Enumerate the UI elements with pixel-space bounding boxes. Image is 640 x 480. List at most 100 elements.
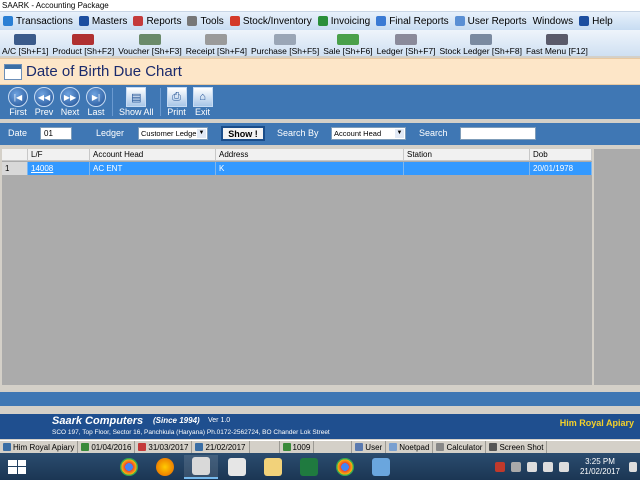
status-counter[interactable]: 1009 xyxy=(280,440,315,454)
chrome2-taskbar-button[interactable] xyxy=(328,455,362,479)
windows-start-button[interactable] xyxy=(4,456,30,478)
nav-separator xyxy=(159,88,161,116)
toolbar-voucher-button[interactable]: Voucher [Sh+F3] xyxy=(116,30,184,56)
menu-item-tools[interactable]: Tools xyxy=(184,12,226,30)
exit-button[interactable]: ⌂ Exit xyxy=(192,87,213,117)
invoicing-icon xyxy=(317,16,328,26)
firefox-taskbar-button[interactable] xyxy=(148,455,182,479)
firm-name: Him Royal Apiary xyxy=(559,418,634,428)
toolbar-sale-button[interactable]: Sale [Sh+F6] xyxy=(321,30,374,56)
book-icon: ▤ xyxy=(126,87,147,107)
status-firm[interactable]: Him Royal Apiary xyxy=(0,440,79,454)
ledger-icon xyxy=(395,34,418,45)
purchase-icon xyxy=(274,34,297,45)
address-cell: K xyxy=(216,162,404,175)
first-icon: |◀ xyxy=(8,87,28,107)
menu-item-reports[interactable]: Reports xyxy=(130,12,184,30)
volume-icon[interactable] xyxy=(542,461,553,472)
saark-app-icon xyxy=(192,456,210,475)
toolbar-purchase-button[interactable]: Purchase [Sh+F5] xyxy=(249,30,321,56)
search-by-select[interactable]: Account Head ▼ xyxy=(331,127,406,140)
lf-link[interactable]: 14008 xyxy=(28,162,90,175)
next-icon: ▶▶ xyxy=(60,87,80,107)
status-calculator[interactable]: Calculator xyxy=(433,440,487,454)
filter-bar: Date 01 Ledger Customer Ledge ▼ Show ! S… xyxy=(0,123,640,145)
status-user[interactable]: User xyxy=(352,440,387,454)
toolbar-ledger-button[interactable]: Ledger [Sh+F7] xyxy=(375,30,438,56)
app-status-bar: Him Royal Apiary 01/04/2016 31/03/2017 2… xyxy=(0,440,640,454)
first-label: First xyxy=(9,107,27,117)
chevron-up-icon[interactable] xyxy=(510,461,521,472)
row-number: 1 xyxy=(2,162,28,175)
next-button[interactable]: ▶▶ Next xyxy=(60,87,80,117)
network-icon[interactable] xyxy=(526,461,537,472)
row-number-header xyxy=(2,149,28,161)
status-notepad[interactable]: Noetpad xyxy=(386,440,434,454)
search-input[interactable] xyxy=(460,127,536,140)
status-screenshot[interactable]: Screen Shot xyxy=(486,440,548,454)
fast-menu-icon xyxy=(545,34,568,45)
chevron-down-icon: ▼ xyxy=(395,129,404,138)
toolbar-stock-ledger-button[interactable]: Stock Ledger [Sh+F8] xyxy=(437,30,523,56)
toolbar-product-button[interactable]: Product [Sh+F2] xyxy=(51,30,117,56)
toolbar-account-button[interactable]: A/C [Sh+F1] xyxy=(0,30,51,56)
toolbar-receipt-button[interactable]: Receipt [Sh+F4] xyxy=(184,30,249,56)
search-label: Search xyxy=(419,128,448,138)
menu-item-final-reports[interactable]: Final Reports xyxy=(373,12,451,30)
menu-label: Reports xyxy=(146,15,182,27)
menu-label: Tools xyxy=(200,15,224,27)
menu-item-windows[interactable]: Windows xyxy=(530,12,577,30)
company-address: SCO 197, Top Floor, Sector 16, Panchkula… xyxy=(52,429,330,436)
show-button[interactable]: Show ! xyxy=(221,126,265,141)
antivirus-icon[interactable] xyxy=(494,461,505,472)
product-icon xyxy=(72,34,95,45)
tools-icon xyxy=(187,16,198,26)
toolbar-fast-menu-button[interactable]: Fast Menu [F12] xyxy=(524,30,590,56)
print-button[interactable]: ⎙ Print xyxy=(166,87,187,117)
calculator-taskbar-button[interactable] xyxy=(220,455,254,479)
page-header: Date of Birth Due Chart xyxy=(0,58,640,85)
excel-taskbar-button[interactable] xyxy=(292,455,326,479)
menu-item-stock-inventory[interactable]: Stock/Inventory xyxy=(227,12,315,30)
ledger-select[interactable]: Customer Ledge ▼ xyxy=(138,127,208,140)
menu-label: Help xyxy=(592,15,613,27)
calendar-icon xyxy=(4,63,22,80)
column-header[interactable]: Dob xyxy=(530,149,592,161)
last-button[interactable]: ▶| Last xyxy=(86,87,106,117)
status-from-date[interactable]: 01/04/2016 xyxy=(78,440,136,454)
menu-label: Stock/Inventory xyxy=(242,15,312,27)
menu-item-masters[interactable]: Masters xyxy=(76,12,131,30)
menu-label: Final Reports xyxy=(389,15,449,27)
date-field[interactable]: 01 xyxy=(40,127,72,140)
chrome-icon xyxy=(120,457,138,476)
column-header[interactable]: Account Head xyxy=(90,149,216,161)
prev-button[interactable]: ◀◀ Prev xyxy=(34,87,54,117)
column-header[interactable]: L/F xyxy=(28,149,90,161)
menu-item-help[interactable]: Help xyxy=(576,12,616,30)
table-row[interactable]: 1 14008 AC ENT K 20/01/1978 xyxy=(2,162,592,175)
explorer-taskbar-button[interactable] xyxy=(256,455,290,479)
taskbar-clock[interactable]: 3:25 PM 21/02/2017 xyxy=(580,457,620,477)
page-title: Date of Birth Due Chart xyxy=(26,63,182,80)
notification-icon[interactable] xyxy=(629,461,637,472)
battery-icon[interactable] xyxy=(558,461,569,472)
toolbar-label: Stock Ledger [Sh+F8] xyxy=(439,46,522,56)
status-today[interactable]: 21/02/2017 xyxy=(192,440,250,454)
status-notepad-text: Noetpad xyxy=(399,442,430,452)
show-all-button[interactable]: ▤ Show All xyxy=(119,87,154,117)
saark-taskbar-button[interactable] xyxy=(184,454,218,479)
menu-item-user-reports[interactable]: User Reports xyxy=(452,12,530,30)
status-user-text: User xyxy=(365,442,383,452)
records-grid[interactable]: L/F Account Head Address Station Dob 1 1… xyxy=(2,149,592,385)
status-to-date[interactable]: 31/03/2017 xyxy=(135,440,193,454)
column-header[interactable]: Address xyxy=(216,149,404,161)
menu-item-invoicing[interactable]: Invoicing xyxy=(315,12,373,30)
chrome-taskbar-button[interactable] xyxy=(112,455,146,479)
company-footer: Saark Computers (Since 1994) Ver 1.0 SCO… xyxy=(0,414,640,439)
paint-taskbar-button[interactable] xyxy=(364,455,398,479)
voucher-icon xyxy=(139,34,161,45)
firm-icon xyxy=(3,443,11,451)
menu-item-transactions[interactable]: Transactions xyxy=(0,12,76,30)
first-button[interactable]: |◀ First xyxy=(8,87,28,117)
column-header[interactable]: Station xyxy=(404,149,530,161)
